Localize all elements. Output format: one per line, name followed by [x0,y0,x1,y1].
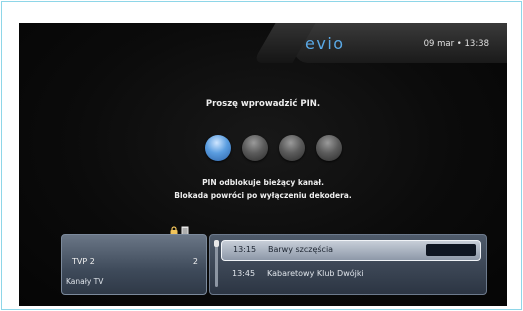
pin-digit-2[interactable] [242,135,268,161]
program-time: 13:15 [233,245,257,254]
screenshot-frame: evio 09 mar • 13:38 Proszę wprowadzić PI… [1,1,522,310]
pin-digit-4[interactable] [316,135,342,161]
tv-screen: evio 09 mar • 13:38 Proszę wprowadzić PI… [19,23,507,306]
program-title: Kabaretowy Klub Dwójki [267,269,364,278]
channel-name: TVP 2 [72,257,95,266]
evio-logo: evio [305,34,345,53]
pin-message-line2: Blokada powróci po wyłączeniu dekodera. [174,191,352,200]
program-time: 13:45 [232,269,256,278]
channel-category: Kanały TV [66,277,104,286]
program-progress-bar [426,244,476,256]
channel-panel[interactable]: TVP 2 2 Kanały TV [61,234,207,295]
epg-row-current[interactable]: 13:15 Barwy szczęścia [221,240,481,261]
epg-panel: 13:15 Barwy szczęścia 13:45 Kabaretowy K… [209,234,487,295]
channel-number: 2 [192,257,198,266]
epg-scrollbar[interactable] [215,241,218,287]
pin-prompt: Proszę wprowadzić PIN. [205,99,321,109]
epg-row-next[interactable]: 13:45 Kabaretowy Klub Dwójki [221,265,479,284]
date-time: 09 mar • 13:38 [423,39,489,49]
epg-scroll-thumb[interactable] [214,240,219,247]
pin-digit-1[interactable] [205,135,231,161]
pin-digit-3[interactable] [279,135,305,161]
pin-message-line1: PIN odblokuje bieżący kanał. [202,178,324,187]
program-title: Barwy szczęścia [268,245,334,254]
